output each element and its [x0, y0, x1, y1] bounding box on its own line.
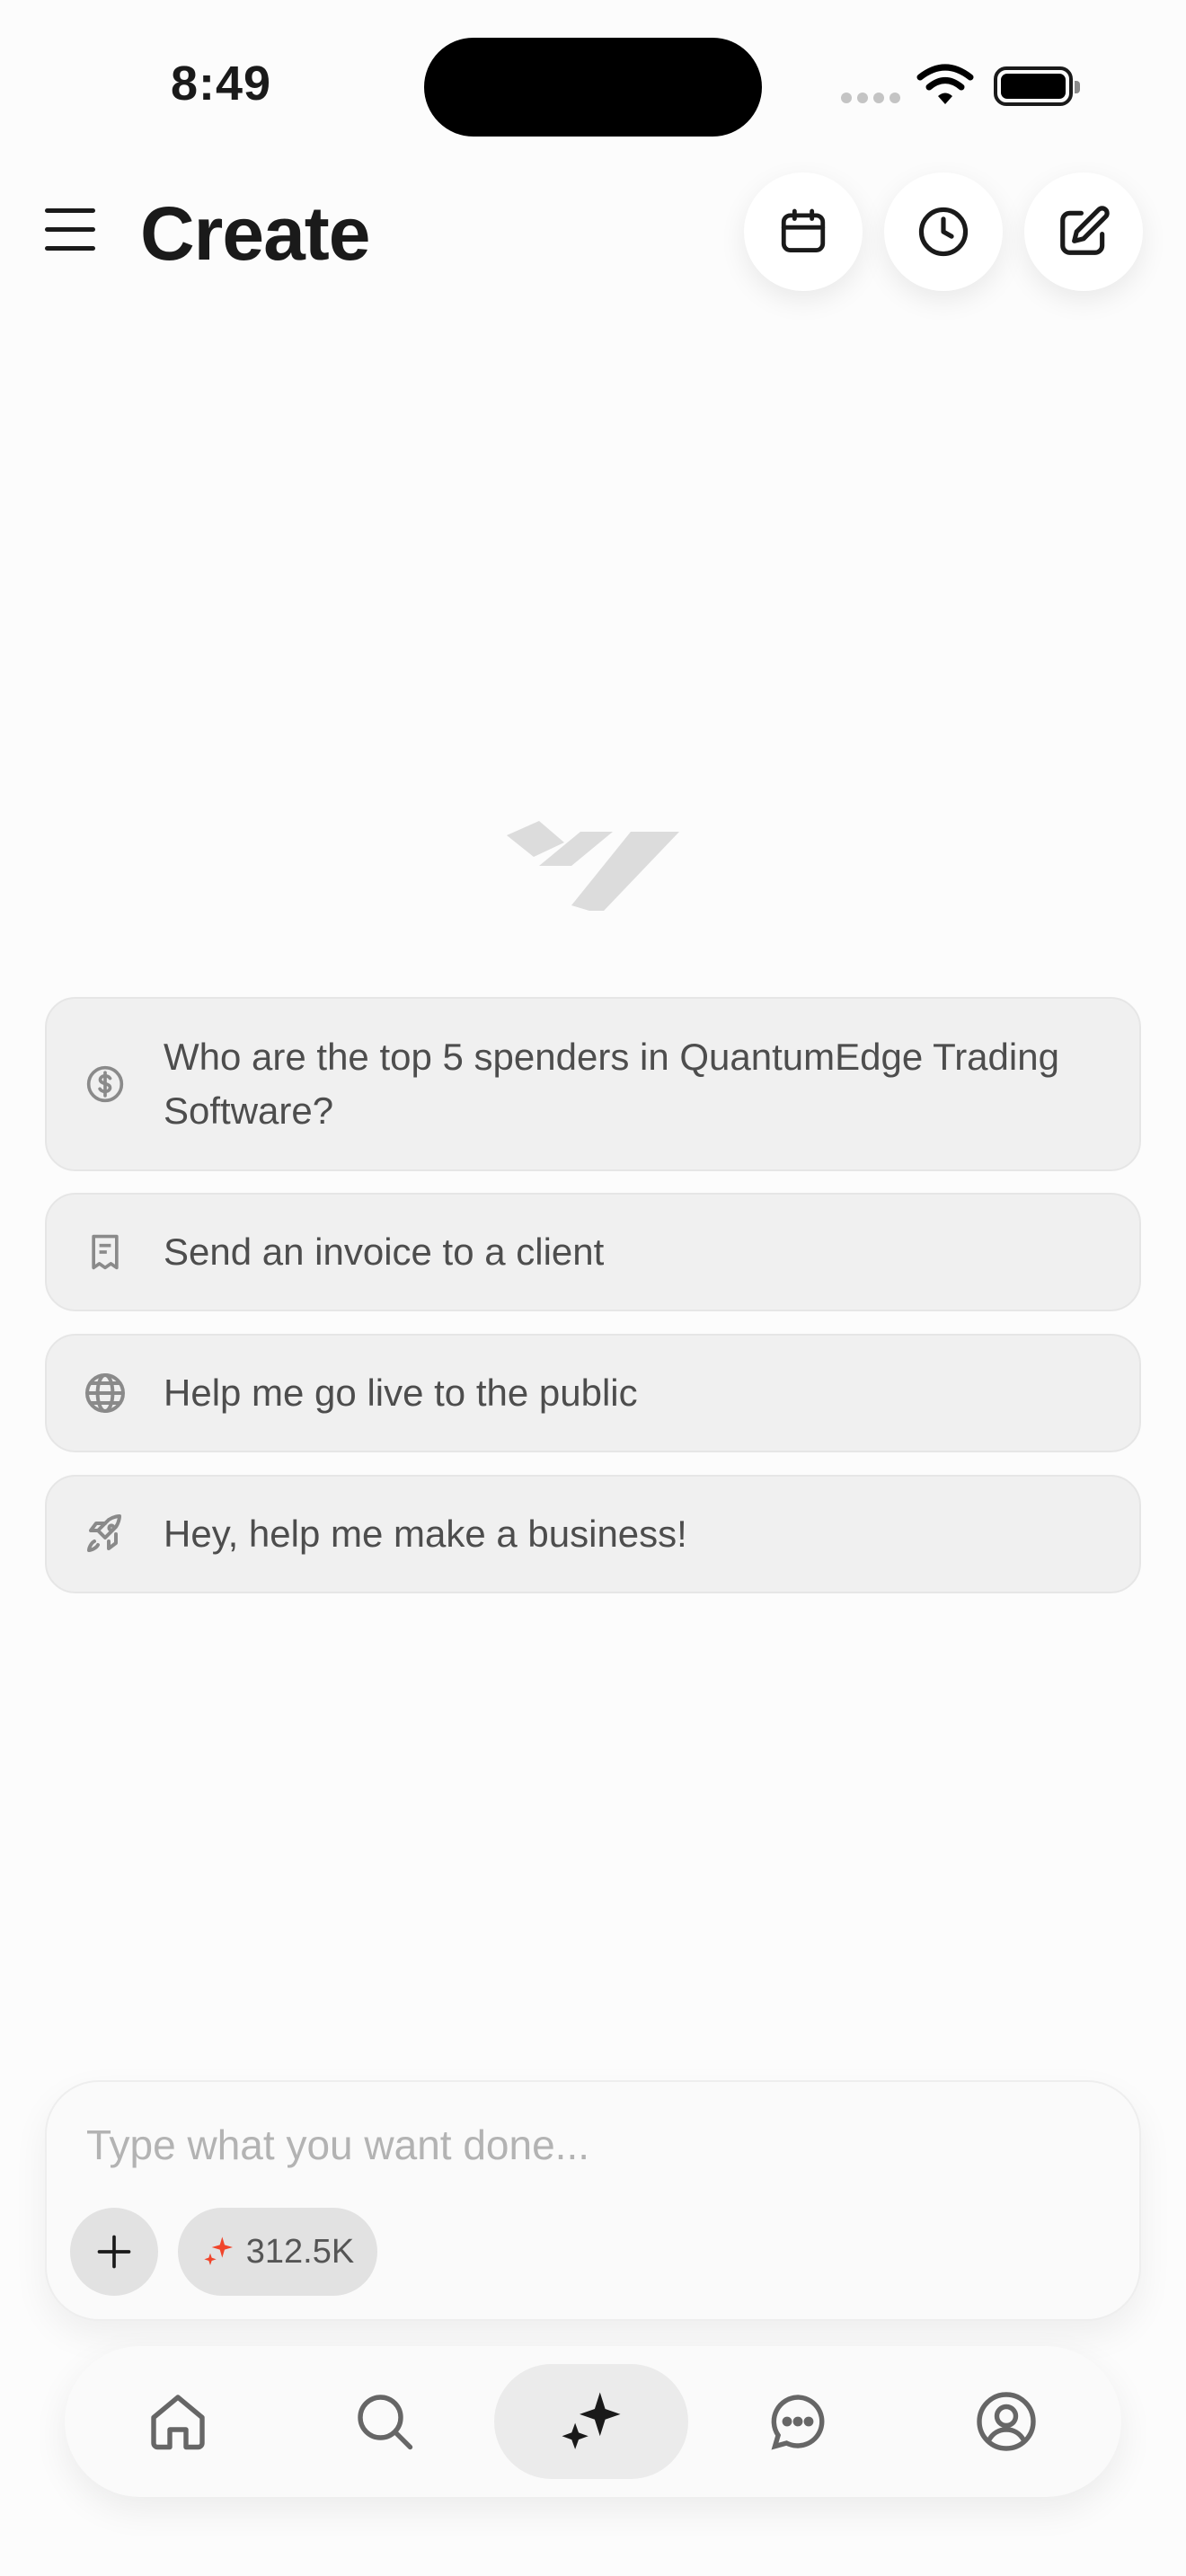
sparkles-icon: [562, 2392, 621, 2449]
app-logo: [507, 821, 679, 911]
tab-create[interactable]: [494, 2364, 688, 2479]
suggestion-text: Send an invoice to a client: [164, 1231, 605, 1273]
cellular-signal-icon: [841, 93, 900, 103]
page-title: Create: [140, 191, 370, 276]
composer: 312.5K: [45, 2080, 1141, 2321]
credits-badge[interactable]: 312.5K: [178, 2208, 377, 2296]
tab-bar: [65, 2346, 1121, 2497]
suggestion-card-go-live[interactable]: Help me go live to the public: [45, 1334, 1141, 1452]
suggestion-card-make-business[interactable]: Hey, help me make a business!: [45, 1475, 1141, 1593]
dynamic-island: [424, 38, 762, 137]
suggestion-text: Hey, help me make a business!: [164, 1513, 687, 1555]
calendar-button[interactable]: [744, 172, 863, 291]
battery-icon: [994, 66, 1080, 106]
plus-icon: [97, 2235, 131, 2269]
credits-value: 312.5K: [245, 2232, 355, 2271]
globe-icon: [85, 1373, 125, 1413]
suggestion-text: Help me go live to the public: [164, 1372, 638, 1414]
receipt-icon: [92, 1234, 119, 1270]
tab-home[interactable]: [97, 2364, 259, 2479]
home-icon: [151, 2395, 205, 2450]
search-icon: [358, 2395, 413, 2450]
chat-icon: [771, 2395, 825, 2450]
edit-icon: [1060, 206, 1110, 255]
suggestion-card-send-invoice[interactable]: Send an invoice to a client: [45, 1193, 1141, 1311]
tab-messages[interactable]: [717, 2364, 879, 2479]
new-chat-button[interactable]: [1024, 172, 1143, 291]
status-time: 8:49: [171, 57, 272, 110]
sparkle-icon: [204, 2236, 233, 2265]
menu-button[interactable]: [45, 208, 95, 251]
clock-icon: [918, 207, 969, 257]
wifi-icon: [916, 64, 974, 104]
prompt-input[interactable]: [84, 2120, 1076, 2170]
tab-profile[interactable]: [925, 2364, 1087, 2479]
history-button[interactable]: [884, 172, 1003, 291]
suggestion-text: Who are the top 5 spenders in QuantumEdg…: [164, 1036, 1059, 1132]
attach-button[interactable]: [70, 2208, 158, 2296]
suggestion-card-top-spenders[interactable]: Who are the top 5 spenders in QuantumEdg…: [45, 997, 1141, 1171]
dollar-circle-icon: [86, 1065, 124, 1103]
profile-icon: [977, 2392, 1036, 2451]
tab-search[interactable]: [304, 2364, 465, 2479]
rocket-icon: [87, 1514, 121, 1552]
calendar-icon: [781, 208, 826, 252]
